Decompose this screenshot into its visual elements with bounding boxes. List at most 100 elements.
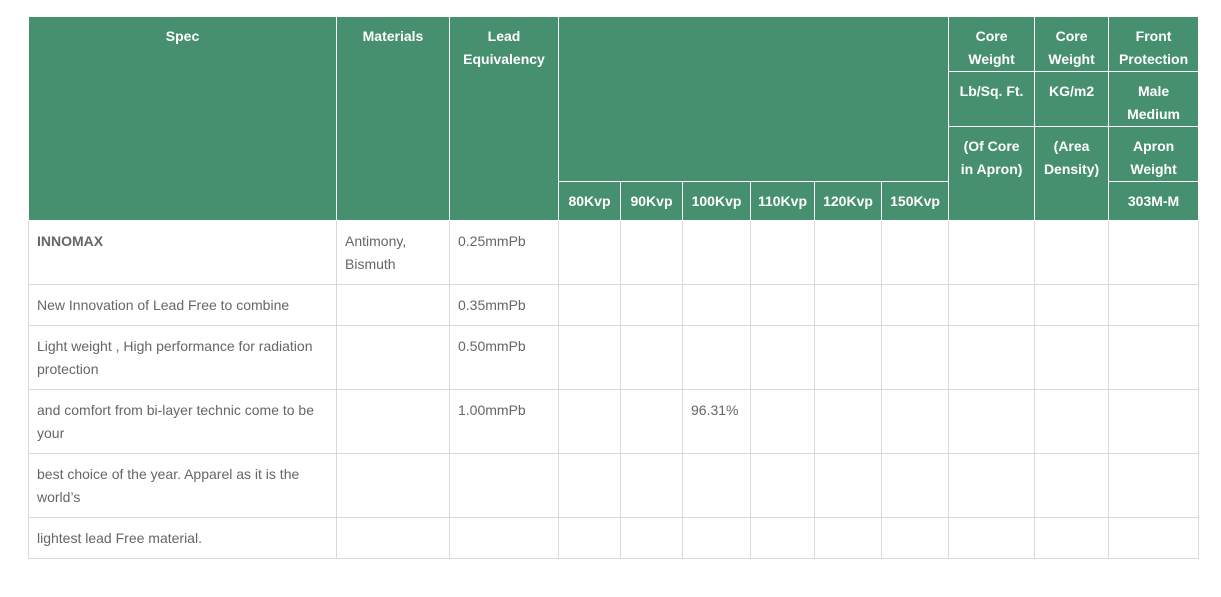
header-male-medium: Male Medium <box>1108 71 1200 127</box>
cell-core-lb <box>948 220 1036 285</box>
cell-kvp-120 <box>814 453 882 518</box>
cell-lead: 0.25mmPb <box>449 220 559 285</box>
cell-core-lb <box>948 325 1036 390</box>
header-apron-weight: Apron Weight <box>1108 126 1200 182</box>
cell-apron-weight <box>1108 517 1200 559</box>
cell-kvp-150 <box>880 453 950 518</box>
cell-kvp-110 <box>750 453 815 518</box>
cell-kvp-90 <box>620 325 683 390</box>
table-row: New Innovation of Lead Free to combine 0… <box>28 284 1200 326</box>
header-kvp-100: 100Kvp <box>682 181 751 221</box>
table-row: and comfort from bi-layer technic come t… <box>28 389 1200 454</box>
cell-materials <box>336 453 450 518</box>
cell-materials <box>336 325 450 390</box>
cell-spec: Light weight , High performance for radi… <box>28 325 337 390</box>
header-spec: Spec <box>28 16 337 221</box>
cell-kvp-120 <box>814 325 882 390</box>
header-row: Spec Materials Lead Equivalency Core Wei… <box>28 16 1200 221</box>
cell-kvp-150 <box>880 389 950 454</box>
cell-spec: lightest lead Free material. <box>28 517 337 559</box>
table-row: best choice of the year. Apparel as it i… <box>28 453 1200 518</box>
cell-core-lb <box>948 517 1036 559</box>
cell-kvp-110 <box>750 389 815 454</box>
header-model-303m-m: 303M-M <box>1108 181 1200 221</box>
header-core-weight-kg: Core Weight <box>1034 16 1110 72</box>
cell-core-kg <box>1034 325 1110 390</box>
table-header: Spec Materials Lead Equivalency Core Wei… <box>28 16 1200 221</box>
cell-spec: best choice of the year. Apparel as it i… <box>28 453 337 518</box>
cell-spec: New Innovation of Lead Free to combine <box>28 284 337 326</box>
table-row: INNOMAX Antimony, Bismuth 0.25mmPb <box>28 220 1200 285</box>
cell-kvp-150 <box>880 517 950 559</box>
cell-lead: 0.50mmPb <box>449 325 559 390</box>
table-row: Light weight , High performance for radi… <box>28 325 1200 390</box>
cell-apron-weight <box>1108 325 1200 390</box>
header-unit-lb: Lb/Sq. Ft. <box>948 71 1036 127</box>
cell-core-kg <box>1034 389 1110 454</box>
cell-apron-weight <box>1108 284 1200 326</box>
header-kvp-120: 120Kvp <box>814 181 882 221</box>
table-row: lightest lead Free material. <box>28 517 1200 559</box>
cell-kvp-110 <box>750 284 815 326</box>
cell-core-kg <box>1034 517 1110 559</box>
cell-kvp-100 <box>682 284 751 326</box>
header-kvp-80: 80Kvp <box>558 181 621 221</box>
cell-kvp-100 <box>682 517 751 559</box>
cell-kvp-100 <box>682 453 751 518</box>
cell-kvp-80 <box>558 389 621 454</box>
cell-core-lb <box>948 389 1036 454</box>
cell-kvp-150 <box>880 220 950 285</box>
cell-spec: and comfort from bi-layer technic come t… <box>28 389 337 454</box>
cell-lead <box>449 517 559 559</box>
header-kvp-110: 110Kvp <box>750 181 815 221</box>
table-body: INNOMAX Antimony, Bismuth 0.25mmPb New I… <box>28 220 1200 559</box>
header-lead-equivalency: Lead Equivalency <box>449 16 559 221</box>
cell-kvp-110 <box>750 325 815 390</box>
header-area-density: (Area Density) <box>1034 126 1110 221</box>
cell-apron-weight <box>1108 389 1200 454</box>
cell-kvp-90 <box>620 389 683 454</box>
cell-kvp-90 <box>620 517 683 559</box>
cell-materials <box>336 517 450 559</box>
cell-kvp-100 <box>682 325 751 390</box>
cell-kvp-150 <box>880 284 950 326</box>
cell-core-lb <box>948 284 1036 326</box>
cell-core-kg <box>1034 284 1110 326</box>
cell-spec: INNOMAX <box>28 220 337 285</box>
cell-kvp-90 <box>620 220 683 285</box>
cell-kvp-80 <box>558 284 621 326</box>
cell-apron-weight <box>1108 453 1200 518</box>
header-materials: Materials <box>336 16 450 221</box>
cell-materials: Antimony, Bismuth <box>336 220 450 285</box>
cell-kvp-80 <box>558 517 621 559</box>
cell-kvp-110 <box>750 517 815 559</box>
header-kvp-90: 90Kvp <box>620 181 683 221</box>
cell-kvp-80 <box>558 325 621 390</box>
header-of-core-in-apron: (Of Core in Apron) <box>948 126 1036 221</box>
cell-kvp-120 <box>814 220 882 285</box>
cell-kvp-120 <box>814 284 882 326</box>
header-front-protection: Front Protection <box>1108 16 1200 72</box>
cell-kvp-80 <box>558 220 621 285</box>
cell-lead <box>449 453 559 518</box>
cell-kvp-90 <box>620 284 683 326</box>
cell-kvp-150 <box>880 325 950 390</box>
cell-materials <box>336 389 450 454</box>
cell-lead: 0.35mmPb <box>449 284 559 326</box>
cell-kvp-100 <box>682 220 751 285</box>
header-kvp-group <box>557 16 950 182</box>
header-core-weight-lb: Core Weight <box>948 16 1036 72</box>
cell-kvp-90 <box>620 453 683 518</box>
cell-kvp-120 <box>814 389 882 454</box>
cell-kvp-80 <box>558 453 621 518</box>
cell-kvp-100: 96.31% <box>682 389 751 454</box>
cell-core-kg <box>1034 220 1110 285</box>
header-kvp-150: 150Kvp <box>880 181 950 221</box>
cell-kvp-110 <box>750 220 815 285</box>
cell-core-kg <box>1034 453 1110 518</box>
cell-lead: 1.00mmPb <box>449 389 559 454</box>
cell-kvp-120 <box>814 517 882 559</box>
header-unit-kg: KG/m2 <box>1034 71 1110 127</box>
cell-materials <box>336 284 450 326</box>
spec-table: Spec Materials Lead Equivalency Core Wei… <box>28 16 1200 559</box>
